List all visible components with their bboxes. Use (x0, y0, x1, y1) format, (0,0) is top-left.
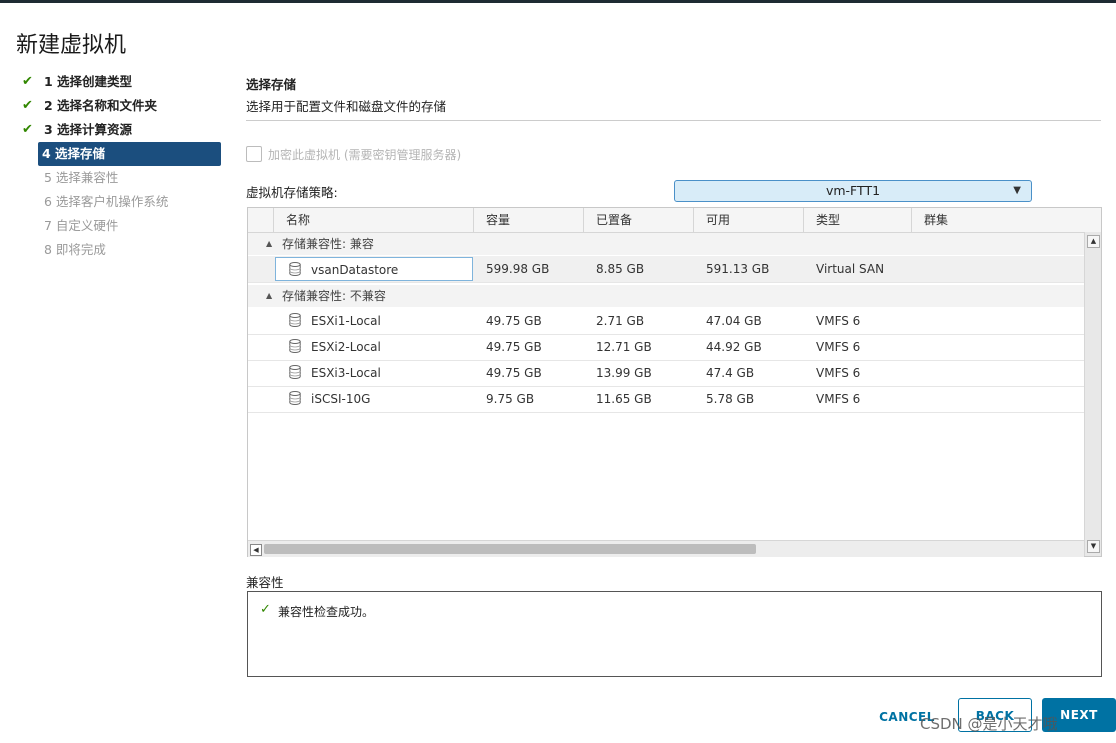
vertical-scrollbar[interactable]: ▲ ▼ (1084, 232, 1101, 556)
name-cell: vsanDatastore (275, 257, 473, 281)
divider (246, 120, 1101, 121)
policy-label: 虚拟机存储策略: (246, 185, 338, 200)
datastore-name: iSCSI-10G (311, 392, 371, 406)
scroll-down-icon[interactable]: ▼ (1087, 540, 1100, 553)
encrypt-checkbox: 加密此虚拟机 (需要密钥管理服务器) (246, 146, 461, 163)
step-8: 8 即将完成 (20, 238, 230, 262)
dialog-title: 新建虚拟机 (16, 33, 127, 58)
group-compatible[interactable]: ▲ 存储兼容性: 兼容 (248, 233, 1084, 255)
datastore-name: ESXi3-Local (311, 366, 381, 380)
step-label: 7 自定义硬件 (44, 218, 119, 233)
provisioned: 12.71 GB (596, 340, 652, 354)
database-icon (289, 313, 301, 327)
step-label: 2 选择名称和文件夹 (44, 98, 158, 113)
compat-panel: ✓ 兼容性检查成功。 (247, 591, 1102, 677)
step-label: 8 即将完成 (44, 242, 106, 257)
compat-message: 兼容性检查成功。 (278, 605, 375, 619)
name-cell: ESXi2-Local (275, 334, 473, 360)
col-provisioned-header[interactable]: 已置备 (583, 208, 693, 232)
compat-label: 兼容性 (246, 575, 284, 590)
datastore-name: ESXi1-Local (311, 314, 381, 328)
name-cell: ESXi3-Local (275, 360, 473, 386)
collapse-triangle-icon: ▲ (266, 239, 273, 248)
step-label: 6 选择客户机操作系统 (44, 194, 169, 209)
step-3[interactable]: ✔ 3 选择计算资源 (20, 118, 230, 142)
checkmark-icon: ✔ (22, 98, 33, 113)
type: VMFS 6 (816, 392, 861, 406)
type: Virtual SAN (816, 262, 885, 276)
group-label: 存储兼容性: 不兼容 (282, 289, 386, 303)
capacity: 49.75 GB (486, 340, 542, 354)
free: 5.78 GB (706, 392, 755, 406)
top-bar (0, 0, 1116, 3)
database-icon (289, 365, 301, 379)
section-subtitle: 选择用于配置文件和磁盘文件的存储 (246, 99, 447, 114)
table-row[interactable]: ESXi2-Local 49.75 GB 12.71 GB 44.92 GB V… (248, 334, 1084, 361)
collapse-triangle-icon: ▲ (266, 291, 273, 300)
col-type-header[interactable]: 类型 (803, 208, 911, 232)
scroll-left-icon[interactable]: ◀ (250, 544, 262, 556)
capacity: 49.75 GB (486, 314, 542, 328)
step-7: 7 自定义硬件 (20, 214, 230, 238)
group-label: 存储兼容性: 兼容 (282, 237, 374, 251)
storage-policy-select[interactable]: vm-FTT1 ▼ (674, 180, 1032, 202)
section-title: 选择存储 (246, 77, 297, 92)
capacity: 9.75 GB (486, 392, 535, 406)
provisioned: 2.71 GB (596, 314, 645, 328)
scroll-up-icon[interactable]: ▲ (1087, 235, 1100, 248)
provisioned: 8.85 GB (596, 262, 645, 276)
step-2[interactable]: ✔ 2 选择名称和文件夹 (20, 94, 230, 118)
col-name-header[interactable]: 名称 (273, 208, 473, 232)
checkmark-icon: ✔ (22, 122, 33, 137)
free: 591.13 GB (706, 262, 770, 276)
datastore-name: vsanDatastore (311, 263, 399, 277)
step-5: 5 选择兼容性 (20, 166, 230, 190)
checkmark-icon: ✔ (22, 74, 33, 89)
free: 44.92 GB (706, 340, 762, 354)
table-row[interactable]: vsanDatastore 599.98 GB 8.85 GB 591.13 G… (248, 256, 1084, 283)
col-capacity-header[interactable]: 容量 (473, 208, 583, 232)
col-cluster-header[interactable]: 群集 (911, 208, 1084, 232)
checkmark-icon: ✓ (260, 602, 271, 617)
scrollbar-thumb[interactable] (264, 544, 756, 554)
datastore-name: ESXi2-Local (311, 340, 381, 354)
table-row[interactable]: ESXi1-Local 49.75 GB 2.71 GB 47.04 GB VM… (248, 308, 1084, 335)
step-label: 1 选择创建类型 (44, 74, 133, 89)
free: 47.04 GB (706, 314, 762, 328)
type: VMFS 6 (816, 314, 861, 328)
free: 47.4 GB (706, 366, 755, 380)
group-incompatible[interactable]: ▲ 存储兼容性: 不兼容 (248, 285, 1084, 307)
type: VMFS 6 (816, 366, 861, 380)
name-cell: iSCSI-10G (275, 386, 473, 412)
step-label: 5 选择兼容性 (44, 170, 119, 185)
watermark: CSDN @是小天才哦 (920, 715, 1058, 733)
step-label: 4 选择存储 (42, 146, 106, 161)
table-row[interactable]: iSCSI-10G 9.75 GB 11.65 GB 5.78 GB VMFS … (248, 386, 1084, 413)
step-4[interactable]: 4 选择存储 (38, 142, 221, 166)
datastore-grid: 名称 容量 已置备 可用 类型 群集 ▲ 存储兼容性: 兼容 vsanDatas… (247, 207, 1102, 557)
provisioned: 13.99 GB (596, 366, 652, 380)
policy-value: vm-FTT1 (825, 183, 881, 198)
capacity: 599.98 GB (486, 262, 550, 276)
grid-header: 名称 容量 已置备 可用 类型 群集 (248, 208, 1101, 233)
step-1[interactable]: ✔ 1 选择创建类型 (20, 70, 230, 94)
database-icon (289, 391, 301, 405)
name-cell: ESXi1-Local (275, 308, 473, 334)
provisioned: 11.65 GB (596, 392, 652, 406)
col-free-header[interactable]: 可用 (693, 208, 803, 232)
database-icon (289, 262, 301, 276)
encrypt-label: 加密此虚拟机 (需要密钥管理服务器) (268, 148, 462, 162)
chevron-down-icon: ▼ (1013, 185, 1021, 196)
type: VMFS 6 (816, 340, 861, 354)
checkbox-box (246, 146, 262, 162)
wizard-steps: ✔ 1 选择创建类型 ✔ 2 选择名称和文件夹 ✔ 3 选择计算资源 4 选择存储 5… (20, 70, 230, 262)
horizontal-scrollbar[interactable]: ◀ (248, 540, 1084, 557)
capacity: 49.75 GB (486, 366, 542, 380)
step-label: 3 选择计算资源 (44, 122, 133, 137)
table-row[interactable]: ESXi3-Local 49.75 GB 13.99 GB 47.4 GB VM… (248, 360, 1084, 387)
database-icon (289, 339, 301, 353)
step-6: 6 选择客户机操作系统 (20, 190, 230, 214)
